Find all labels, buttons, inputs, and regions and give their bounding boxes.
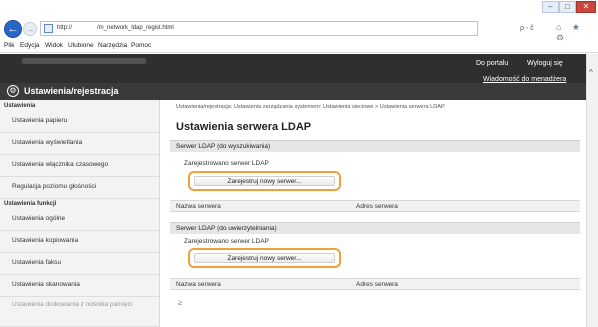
minimize-button[interactable]: – bbox=[542, 1, 559, 13]
page-icon bbox=[44, 24, 53, 33]
maximize-icon: □ bbox=[565, 2, 570, 11]
breadcrumb: Ustawienia/rejestracja: Ustawienia zarzą… bbox=[176, 104, 445, 110]
sidebar-item-scan[interactable]: Ustawienia skanowania bbox=[0, 275, 159, 297]
table-header: Nazwa serwera Adres serwera bbox=[170, 200, 580, 212]
button-label: Zarejestruj nowy serwer... bbox=[227, 178, 302, 185]
page-title: Ustawienia serwera LDAP bbox=[176, 121, 312, 133]
registered-label: Zarejestrowano serwer LDAP bbox=[184, 160, 269, 167]
sidebar-item-label: Ustawienia skanowania bbox=[12, 281, 80, 288]
logout-link[interactable]: Wyloguj się bbox=[527, 60, 563, 67]
address-tools[interactable]: ρ - ĉ bbox=[520, 25, 534, 32]
sidebar-item-label: Ustawienia faksu bbox=[12, 259, 62, 266]
sidebar-item-label: Ustawienia włącznika czasowego bbox=[12, 161, 109, 168]
title-bar: ⚙ Ustawienia/rejestracja bbox=[0, 83, 586, 100]
section-header-text: Serwer LDAP (do uwierzytelniania) bbox=[176, 225, 277, 232]
sidebar-item-label: Ustawienia drukowania z nośnika pamięci bbox=[12, 301, 133, 308]
col-server-address: Adres serwera bbox=[356, 203, 398, 210]
close-icon: ✕ bbox=[582, 2, 590, 11]
app-header: Do portalu Wyloguj się Wiadomość do mena… bbox=[0, 54, 586, 100]
sidebar-item-copy[interactable]: Ustawienia kopiowania bbox=[0, 231, 159, 253]
app-title: Ustawienia/rejestracja bbox=[24, 86, 119, 96]
page-scrollbar[interactable]: ^ bbox=[586, 54, 598, 327]
address-bar-text: http:// /m_network_ldap_regist.html bbox=[57, 25, 174, 31]
sidebar-item-display[interactable]: Ustawienia wyświetlania bbox=[0, 133, 159, 155]
forward-button[interactable]: → bbox=[23, 22, 37, 36]
sidebar-item-label: Ustawienia kopiowania bbox=[12, 237, 79, 244]
sidebar-item-volume[interactable]: Regulacja poziomu głośności bbox=[0, 177, 159, 199]
register-new-server-button[interactable]: Zarejestruj nowy serwer... bbox=[188, 171, 341, 191]
section-header-text: Serwer LDAP (do wyszukiwania) bbox=[176, 143, 271, 150]
sidebar-item-timer[interactable]: Ustawienia włącznika czasowego bbox=[0, 155, 159, 177]
sidebar-item-fax[interactable]: Ustawienia faksu bbox=[0, 253, 159, 275]
sidebar-item-label: Ustawienia papieru bbox=[12, 117, 68, 124]
sidebar-item-memory-print[interactable]: Ustawienia drukowania z nośnika pamięci bbox=[0, 297, 159, 327]
section-header: Serwer LDAP (do uwierzytelniania) bbox=[170, 222, 580, 234]
table-header: Nazwa serwera Adres serwera bbox=[170, 278, 580, 290]
button-label: Zarejestruj nowy serwer... bbox=[227, 255, 302, 262]
menu-bar: Plik Edycja Widok Ulubione Narzędzia Pom… bbox=[0, 40, 598, 53]
gear-glyph: ⚙ bbox=[9, 86, 17, 95]
sidebar-item-label: Ustawienia ogólne bbox=[12, 215, 66, 222]
sidebar: Ustawienia Ustawienia papieru Ustawienia… bbox=[0, 100, 160, 327]
menu-favorites[interactable]: Ulubione bbox=[68, 42, 94, 49]
section-header: Serwer LDAP (do wyszukiwania) bbox=[170, 140, 580, 152]
close-button[interactable]: ✕ bbox=[576, 1, 596, 13]
address-bar[interactable]: http:// /m_network_ldap_regist.html bbox=[40, 21, 478, 36]
register-new-server-button[interactable]: Zarejestruj nowy serwer... bbox=[188, 248, 341, 268]
sidebar-item-paper[interactable]: Ustawienia papieru bbox=[0, 111, 159, 133]
back-arrow-icon: ← bbox=[7, 23, 19, 35]
device-name-blurred bbox=[22, 58, 146, 64]
sidebar-item-general[interactable]: Ustawienia ogólne bbox=[0, 209, 159, 231]
col-server-address: Adres serwera bbox=[356, 281, 398, 288]
menu-file[interactable]: Plik bbox=[4, 42, 14, 49]
settings-gear-icon: ⚙ bbox=[7, 85, 19, 97]
portal-link[interactable]: Do portalu bbox=[476, 60, 508, 67]
sidebar-item-label: Regulacja poziomu głośności bbox=[12, 183, 97, 190]
scroll-up-icon[interactable]: ^ bbox=[589, 68, 593, 77]
col-server-name: Nazwa serwera bbox=[176, 281, 221, 288]
main-content: Ustawienia/rejestracja: Ustawienia zarzą… bbox=[160, 100, 586, 327]
window-titlebar: – □ ✕ bbox=[0, 0, 598, 17]
menu-edit[interactable]: Edycja bbox=[20, 42, 40, 49]
registered-label: Zarejestrowano serwer LDAP bbox=[184, 238, 269, 245]
back-to-top-icon[interactable]: ≥ bbox=[178, 298, 182, 307]
menu-tools[interactable]: Narzędzia bbox=[98, 42, 127, 49]
forward-arrow-icon: → bbox=[25, 24, 35, 34]
back-button[interactable]: ← bbox=[4, 20, 22, 38]
sidebar-item-label: Ustawienia wyświetlania bbox=[12, 139, 83, 146]
address-row: ← → http:// /m_network_ldap_regist.html … bbox=[0, 17, 598, 43]
menu-help[interactable]: Pomoc bbox=[131, 42, 151, 49]
minimize-icon: – bbox=[548, 2, 553, 11]
col-server-name: Nazwa serwera bbox=[176, 203, 221, 210]
menu-view[interactable]: Widok bbox=[45, 42, 63, 49]
maximize-button[interactable]: □ bbox=[559, 1, 576, 13]
